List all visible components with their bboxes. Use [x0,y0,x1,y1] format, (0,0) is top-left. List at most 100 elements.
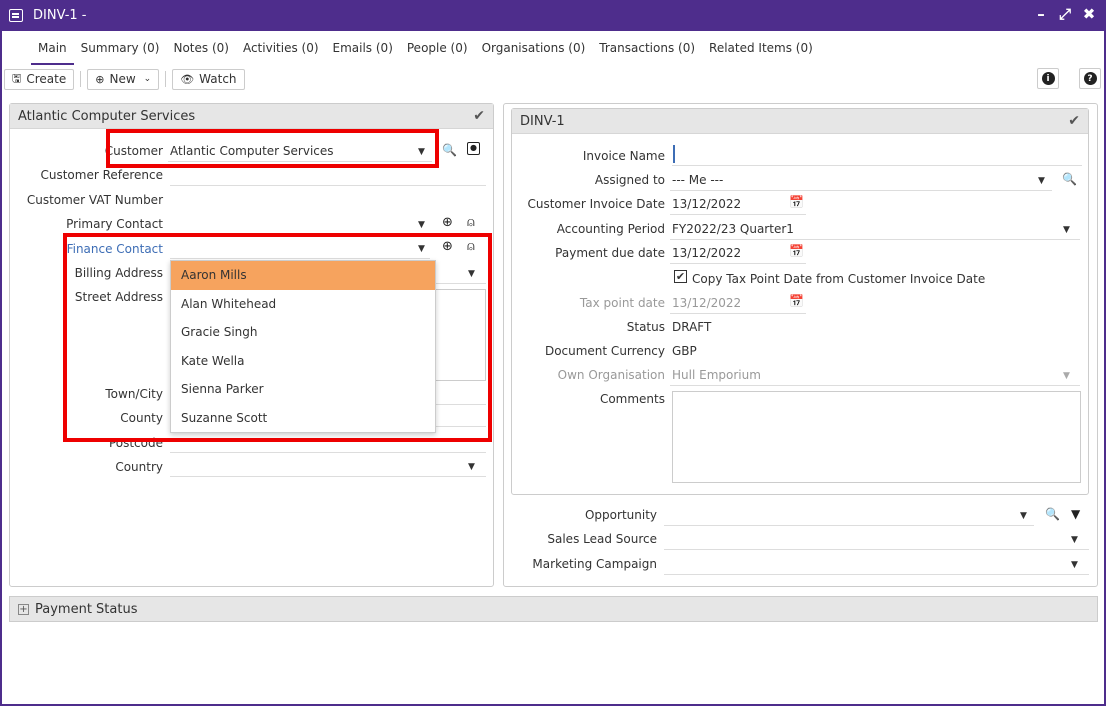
info-button[interactable]: i [1037,68,1059,89]
create-button[interactable]: 🖫 Create [4,68,75,90]
calendar-icon[interactable]: 📅 [789,195,804,209]
checkmark-icon[interactable]: ✔ [473,108,485,124]
tab-main[interactable]: Main [31,36,74,65]
chevron-down-icon[interactable]: ▼ [1071,560,1078,570]
tab-summary[interactable]: Summary (0) [74,36,167,65]
own-org-select: Hull Emporium [670,365,1080,386]
tab-related-items[interactable]: Related Items (0) [702,36,820,65]
payment-due-input[interactable]: 13/12/2022 [670,243,806,264]
window-titlebar: DINV-1 - – ⤢ ✖ [0,0,1106,31]
finance-contact-dropdown: Aaron Mills Alan Whitehead Gracie Singh … [170,260,436,433]
close-icon[interactable]: ✖ [1082,5,1096,23]
tab-activities[interactable]: Activities (0) [236,36,326,65]
own-org-value: Hull Emporium [672,368,761,382]
accounting-period-label: Accounting Period [556,222,665,236]
opportunity-label: Opportunity [584,508,657,522]
create-label: Create [26,72,67,86]
minimize-icon[interactable]: – [1034,5,1048,23]
payment-status-title: Payment Status [35,601,138,617]
contact-card-icon[interactable]: ● [467,142,480,155]
toolbar-divider [165,71,167,87]
comments-textarea[interactable] [672,391,1081,483]
watch-button[interactable]: 👁 Watch [172,68,245,90]
help-button[interactable]: ? [1079,68,1101,89]
save-icon: 🖫 [12,71,22,85]
tab-organisations[interactable]: Organisations (0) [475,36,593,65]
accounting-period-value: FY2022/23 Quarter1 [672,222,794,236]
tab-notes[interactable]: Notes (0) [166,36,235,65]
assigned-to-value: --- Me --- [672,173,724,187]
opportunity-select[interactable] [664,505,1034,526]
chevron-down-icon: ⌄ [143,74,152,84]
copy-tax-label: Copy Tax Point Date from Customer Invoic… [692,272,986,286]
new-button[interactable]: ⊕ New ⌄ [87,68,160,90]
status-label: Status [626,320,665,334]
chevron-down-icon: ▼ [1063,371,1070,381]
search-zoom-icon[interactable]: 🔍 [1045,507,1060,521]
add-circle-icon[interactable]: ⊕ [442,215,453,230]
customer-reference-label: Customer Reference [40,168,163,182]
comments-label: Comments [599,392,665,406]
copy-tax-checkbox[interactable]: ✔ [674,270,687,283]
customer-panel-title: Atlantic Computer Services [18,108,196,124]
toolbar-divider [80,71,82,87]
dropdown-option[interactable]: Aaron Mills [171,261,435,290]
currency-value: GBP [672,344,697,358]
tab-transactions[interactable]: Transactions (0) [592,36,702,65]
primary-contact-select[interactable] [170,214,430,235]
toolbar: 🖫 Create ⊕ New ⌄ 👁 Watch i ? [4,68,1102,90]
assigned-to-label: Assigned to [594,173,665,187]
chevron-down-icon[interactable]: ▼ [1020,511,1027,521]
invoice-name-input[interactable] [672,145,1082,166]
customer-vat-label: Customer VAT Number [26,193,163,207]
watch-label: Watch [199,72,237,86]
maximize-icon[interactable]: ⤢ [1058,5,1072,23]
dropdown-option[interactable]: Alan Whitehead [171,290,435,319]
help-icon: ? [1083,72,1097,85]
expand-icon[interactable]: + [18,603,29,615]
tax-point-value: 13/12/2022 [672,296,742,310]
calendar-icon[interactable]: 📅 [789,244,804,258]
chevron-down-icon[interactable]: ▼ [418,220,425,230]
own-org-label: Own Organisation [557,368,665,382]
search-zoom-icon[interactable]: 🔍 [442,143,457,157]
checkmark-icon[interactable]: ✔ [1068,113,1080,129]
chevron-down-icon[interactable]: ▼ [1071,535,1078,545]
tab-bar: Main Summary (0) Notes (0) Activities (0… [31,36,820,65]
chevron-down-icon[interactable]: ▼ [1038,176,1045,186]
dropdown-option[interactable]: Suzanne Scott [171,404,435,433]
invoice-panel-header: DINV-1 ✔ [512,109,1088,134]
customer-invoice-date-label: Customer Invoice Date [527,197,665,211]
chevron-down-icon[interactable]: ▼ [468,462,475,472]
country-select[interactable] [170,456,486,477]
assigned-to-select[interactable]: --- Me --- [670,170,1052,191]
plus-circle-icon: ⊕ [95,72,105,86]
sales-lead-select[interactable] [664,529,1089,550]
dropdown-option[interactable]: Gracie Singh [171,318,435,347]
new-label: New [109,72,136,86]
text-cursor [673,145,675,163]
payment-due-value: 13/12/2022 [672,246,742,260]
chevron-down-icon[interactable]: ▼ [1063,225,1070,235]
person-icon[interactable]: ⍝ [467,215,475,230]
invoice-name-label: Invoice Name [582,149,665,163]
filter-icon[interactable]: ▼ [1071,507,1080,521]
customer-invoice-date-input[interactable]: 13/12/2022 [670,194,806,215]
payment-status-panel[interactable]: + Payment Status [9,596,1098,622]
window-title: DINV-1 - [33,8,87,23]
currency-label: Document Currency [544,344,665,358]
country-label: Country [115,460,163,474]
status-value: DRAFT [672,320,712,334]
marketing-select[interactable] [664,554,1089,575]
customer-reference-input[interactable] [170,165,486,186]
dropdown-option[interactable]: Sienna Parker [171,375,435,404]
eye-icon: 👁 [180,72,195,86]
dropdown-option[interactable]: Kate Wella [171,347,435,376]
calendar-icon: 📅 [789,294,804,308]
tab-emails[interactable]: Emails (0) [326,36,400,65]
tab-people[interactable]: People (0) [400,36,475,65]
invoice-panel-title: DINV-1 [520,113,565,129]
accounting-period-select[interactable]: FY2022/23 Quarter1 [670,219,1080,240]
customer-panel-header: Atlantic Computer Services ✔ [10,104,493,129]
search-zoom-icon[interactable]: 🔍 [1062,172,1077,186]
